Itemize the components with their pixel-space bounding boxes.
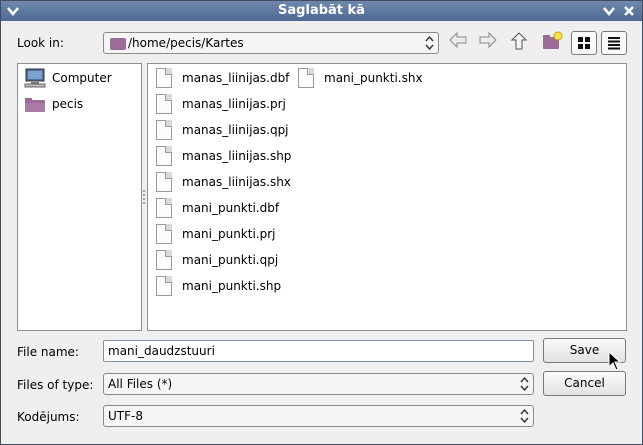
file-name: manas_liinijas.qpj — [182, 123, 289, 137]
forward-button[interactable] — [475, 31, 501, 55]
file-name-label: File name: — [17, 345, 79, 359]
computer-icon — [24, 68, 46, 88]
new-folder-icon — [543, 31, 563, 49]
file-item[interactable]: mani_punkti.prj — [150, 222, 290, 246]
file-item[interactable]: manas_liinijas.shp — [150, 144, 292, 168]
encoding-value: UTF-8 — [108, 409, 143, 423]
encoding-label: Kodējums: — [17, 410, 80, 424]
document-icon — [156, 224, 172, 244]
document-icon — [156, 146, 172, 166]
list-view-button[interactable] — [601, 31, 627, 55]
file-item[interactable]: manas_liinijas.qpj — [150, 118, 290, 142]
look-in-path: /home/pecis/Kartes — [128, 36, 244, 50]
document-icon — [156, 68, 172, 88]
files-of-type-value: All Files (*) — [108, 377, 173, 391]
document-icon — [156, 198, 172, 218]
cancel-button[interactable]: Cancel — [543, 371, 626, 396]
home-folder-icon — [25, 98, 45, 112]
place-home[interactable]: pecis — [18, 93, 142, 115]
arrow-left-icon — [449, 31, 467, 49]
document-icon — [298, 68, 314, 88]
place-computer-label: Computer — [52, 71, 112, 85]
file-name: mani_punkti.dbf — [182, 201, 280, 215]
title-bar: Saglabāt kā — [1, 1, 642, 21]
file-name: mani_punkti.shx — [324, 71, 423, 85]
document-icon — [156, 276, 172, 296]
place-computer[interactable]: Computer — [18, 67, 142, 89]
grid-view-icon — [578, 37, 590, 49]
files-of-type-combo[interactable]: All Files (*) — [103, 373, 534, 395]
close-button[interactable] — [621, 3, 637, 19]
file-name: manas_liinijas.shx — [182, 175, 291, 189]
arrow-up-icon — [510, 32, 528, 50]
file-item[interactable]: mani_punkti.shx — [292, 66, 432, 90]
places-pane: Computer pecis — [17, 63, 142, 331]
file-list-pane: manas_liinijas.dbf manas_liinijas.prj ma… — [147, 63, 627, 331]
mouse-cursor-icon — [608, 351, 622, 371]
file-item[interactable]: mani_punkti.shp — [150, 274, 290, 298]
encoding-combo[interactable]: UTF-8 — [103, 405, 534, 427]
document-icon — [156, 120, 172, 140]
close-icon — [624, 6, 634, 16]
spinner-arrows-icon — [425, 36, 434, 50]
up-button[interactable] — [506, 31, 532, 55]
new-folder-button[interactable] — [539, 31, 565, 55]
file-item[interactable]: manas_liinijas.dbf — [150, 66, 290, 90]
minimize-button[interactable] — [601, 3, 617, 19]
document-icon — [156, 250, 172, 270]
file-item[interactable]: mani_punkti.qpj — [150, 248, 290, 272]
file-name-input[interactable]: mani_daudzstuuri — [103, 340, 534, 362]
look-in-combo[interactable]: /home/pecis/Kartes — [103, 32, 439, 54]
file-name: manas_liinijas.shp — [182, 149, 292, 163]
arrow-right-icon — [479, 31, 497, 49]
save-as-dialog: Saglabāt kā Look in: /home/pecis/Kartes — [0, 0, 643, 445]
icon-view-button[interactable] — [571, 31, 597, 55]
file-name: manas_liinijas.prj — [182, 97, 286, 111]
file-item[interactable]: manas_liinijas.prj — [150, 92, 290, 116]
file-name: mani_punkti.shp — [182, 279, 282, 293]
files-of-type-label: Files of type: — [17, 378, 94, 392]
file-name: manas_liinijas.dbf — [182, 71, 290, 85]
back-button[interactable] — [445, 31, 471, 55]
look-in-label: Look in: — [17, 36, 64, 50]
spinner-arrows-icon — [520, 409, 529, 423]
window-title: Saglabāt kā — [278, 3, 365, 18]
spinner-arrows-icon — [520, 377, 529, 391]
list-view-icon — [608, 37, 620, 50]
chevron-down-icon — [603, 7, 615, 16]
file-name: mani_punkti.qpj — [182, 253, 279, 267]
file-name: mani_punkti.prj — [182, 227, 276, 241]
document-icon — [156, 94, 172, 114]
file-name-value: mani_daudzstuuri — [108, 344, 215, 358]
file-item[interactable]: mani_punkti.dbf — [150, 196, 290, 220]
document-icon — [156, 172, 172, 192]
folder-icon — [110, 38, 126, 50]
place-home-label: pecis — [52, 97, 84, 111]
file-item[interactable]: manas_liinijas.shx — [150, 170, 291, 194]
